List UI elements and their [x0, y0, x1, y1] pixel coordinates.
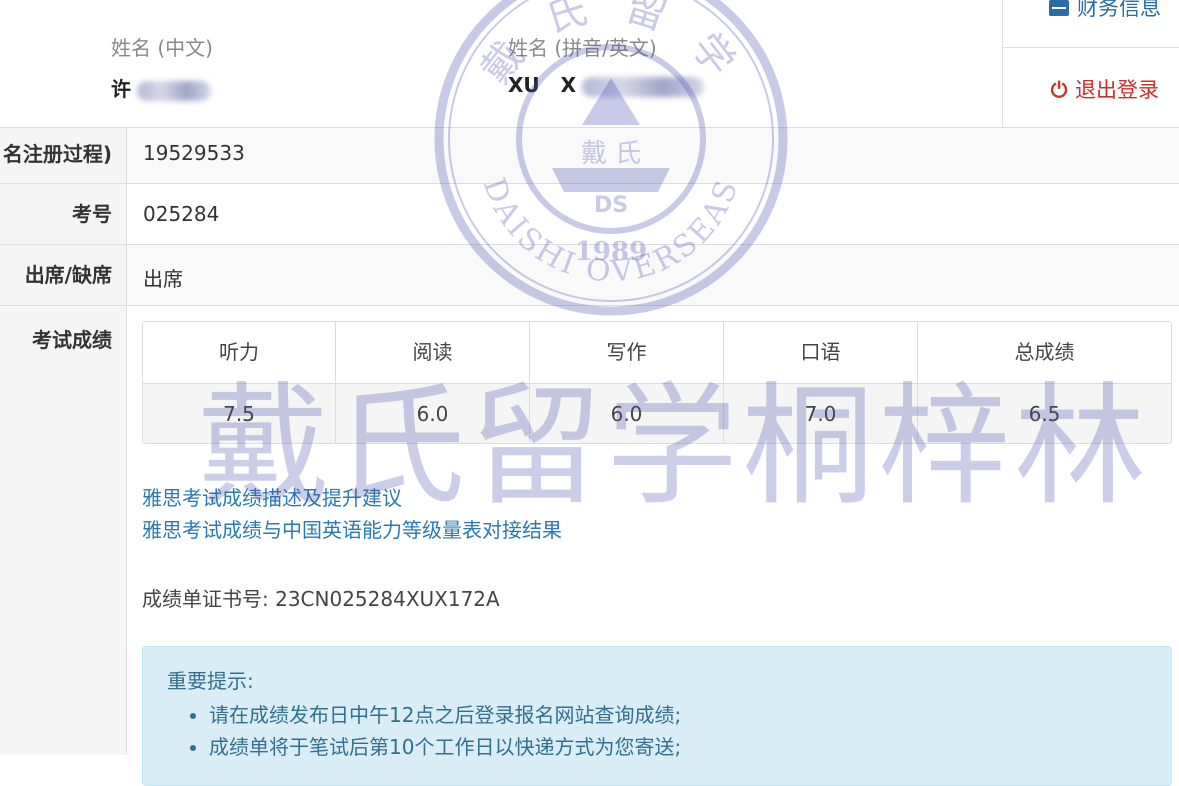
exam-number-row: 考号 025284 [0, 183, 1179, 245]
score-value-reading: 6.0 [336, 384, 530, 443]
score-header-reading: 阅读 [336, 322, 530, 383]
score-header-row: 听力 阅读 写作 口语 总成绩 [143, 322, 1171, 383]
page-header: 姓名 (中文) 许 姓名 (拼音/英文) XU X 财务信息 ⏻ 退出登录 [0, 0, 1179, 127]
registration-value: 19529533 [143, 141, 245, 165]
finance-info-link[interactable]: 财务信息 [1003, 0, 1179, 22]
notice-item: 成绩单将于笔试后第10个工作日以快递方式为您寄送; [209, 731, 681, 763]
attendance-row: 出席/缺席 出席 [0, 244, 1179, 306]
name-english-label: 姓名 (拼音/英文) [508, 36, 657, 60]
exam-scores-label: 考试成绩 [0, 306, 127, 755]
name-chinese-label: 姓名 (中文) [111, 36, 213, 60]
side-menu: 财务信息 ⏻ 退出登录 [1002, 0, 1179, 127]
menu-divider [1003, 47, 1179, 48]
name-english-surname: XU [508, 73, 540, 97]
name-english-value: XU X [508, 73, 705, 97]
score-value-listening: 7.5 [143, 384, 336, 443]
exam-number-label: 考号 [0, 184, 127, 245]
certificate-number: 成绩单证书号: 23CN025284XUX172A [142, 587, 500, 611]
important-notice: 重要提示: 请在成绩发布日中午12点之后登录报名网站查询成绩; 成绩单将于笔试后… [142, 646, 1172, 786]
score-table: 听力 阅读 写作 口语 总成绩 7.5 6.0 6.0 7.0 6.5 [142, 321, 1172, 444]
attendance-label: 出席/缺席 [0, 245, 127, 306]
name-english-block: 姓名 (拼音/英文) XU X [508, 32, 705, 97]
registration-row: 名注册过程) 19529533 [0, 127, 1179, 184]
score-header-listening: 听力 [143, 322, 336, 383]
score-cse-mapping-link[interactable]: 雅思考试成绩与中国英语能力等级量表对接结果 [142, 514, 562, 546]
score-header-overall: 总成绩 [1014, 340, 1075, 364]
score-value-writing: 6.0 [530, 384, 724, 443]
name-english-given-initial: X [560, 73, 577, 97]
score-description-link[interactable]: 雅思考试成绩描述及提升建议 [142, 482, 562, 514]
notice-list: 请在成绩发布日中午12点之后登录报名网站查询成绩; 成绩单将于笔试后第10个工作… [183, 699, 681, 763]
score-header-writing: 写作 [530, 322, 724, 383]
score-value-row: 7.5 6.0 6.0 7.0 6.5 [143, 383, 1171, 443]
exam-number-value: 025284 [143, 202, 220, 226]
power-icon: ⏻ [1050, 78, 1068, 102]
registration-label: 名注册过程) [0, 128, 127, 184]
score-value-speaking: 7.0 [724, 384, 918, 443]
score-links: 雅思考试成绩描述及提升建议 雅思考试成绩与中国英语能力等级量表对接结果 [142, 482, 562, 546]
redaction-mask [582, 76, 705, 97]
redaction-mask [137, 80, 211, 101]
wallet-icon [1049, 0, 1069, 16]
score-header-speaking: 口语 [724, 322, 918, 383]
score-value-overall: 6.5 [1028, 402, 1061, 426]
logout-link[interactable]: ⏻ 退出登录 [1003, 74, 1179, 104]
name-chinese-block: 姓名 (中文) 许 [111, 32, 213, 102]
name-chinese-surname: 许 [111, 77, 131, 101]
name-chinese-value: 许 [111, 73, 213, 102]
finance-info-label: 财务信息 [1077, 0, 1161, 20]
logout-label: 退出登录 [1075, 78, 1159, 102]
notice-title: 重要提示: [167, 669, 254, 693]
attendance-value: 出席 [143, 267, 183, 291]
notice-item: 请在成绩发布日中午12点之后登录报名网站查询成绩; [209, 699, 681, 731]
